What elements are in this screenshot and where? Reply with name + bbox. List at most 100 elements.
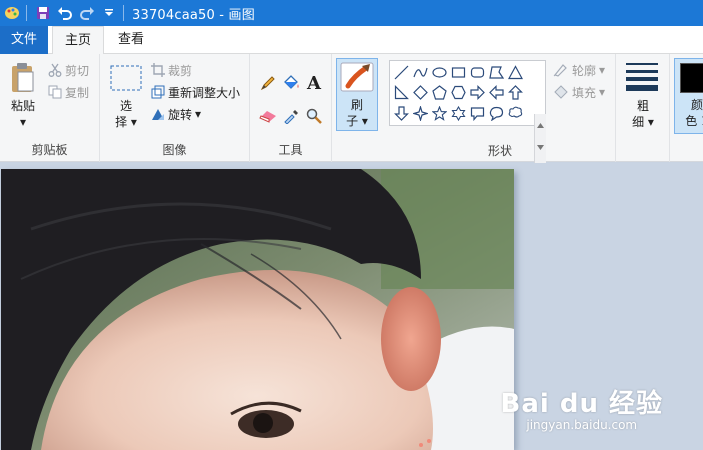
- save-icon[interactable]: [33, 3, 53, 23]
- scissors-icon: [48, 63, 62, 77]
- resize-button[interactable]: 重新调整大小: [151, 83, 240, 101]
- outline-label: 轮廓: [572, 63, 597, 78]
- select-dropdown-arrow-icon[interactable]: ▾: [131, 115, 137, 129]
- down-arrow-shape-icon[interactable]: [392, 104, 411, 123]
- paste-dropdown-arrow-icon[interactable]: ▾: [20, 115, 26, 129]
- left-arrow-shape-icon[interactable]: [487, 83, 506, 102]
- undo-icon[interactable]: [55, 3, 75, 23]
- size-group: 粗 细 ▾: [616, 54, 670, 162]
- tools-group-label: 工具: [278, 143, 303, 157]
- paint-app-icon[interactable]: [2, 3, 22, 23]
- ribbon: 粘贴 ▾ 剪切 复制 剪贴板 选 择 ▾ 裁剪 重新调整大小 旋转 ▾ 图像 A…: [0, 54, 703, 180]
- copy-icon: [48, 85, 62, 99]
- copy-label: 复制: [65, 85, 90, 100]
- fill-button[interactable]: 填充 ▾: [553, 83, 605, 101]
- photo-image: [1, 169, 514, 450]
- window-title: 33704caa50 - 画图: [132, 7, 255, 23]
- clipboard-group: 粘贴 ▾ 剪切 复制 剪贴板: [0, 54, 100, 162]
- paste-button[interactable]: 粘贴 ▾: [4, 98, 42, 130]
- tab-home[interactable]: 主页: [52, 26, 104, 55]
- clipboard-group-label: 剪贴板: [31, 143, 68, 157]
- shapes-scroll-up-icon[interactable]: [534, 114, 546, 136]
- rotate-button[interactable]: 旋转 ▾: [151, 105, 201, 123]
- tab-view[interactable]: 查看: [108, 26, 154, 54]
- pentagon-shape-icon[interactable]: [430, 83, 449, 102]
- titlebar-divider: [26, 5, 27, 21]
- size-dropdown-arrow-icon: ▾: [647, 115, 654, 129]
- baidu-watermark: Bai du 经验 jingyan.baidu.com: [501, 383, 664, 432]
- title-bar: 33704caa50 - 画图: [0, 0, 703, 26]
- six-point-star-shape-icon[interactable]: [449, 104, 468, 123]
- brushes-button[interactable]: 刷 子 ▾: [336, 58, 378, 131]
- size-button[interactable]: 粗 细 ▾: [623, 98, 663, 130]
- select-rectangle-icon[interactable]: [110, 65, 142, 91]
- rotate-icon: [152, 109, 164, 120]
- color1-button[interactable]: 颜 色 1: [674, 58, 703, 134]
- paste-label: 粘贴: [10, 99, 35, 113]
- rounded-rectangle-shape-icon[interactable]: [468, 63, 487, 82]
- size-label-bottom: 细: [632, 115, 645, 129]
- cloud-callout-shape-icon[interactable]: [506, 104, 525, 123]
- titlebar-divider: [123, 5, 124, 21]
- select-label-bottom: 择: [115, 115, 128, 129]
- crop-icon: [151, 63, 165, 77]
- five-point-star-shape-icon[interactable]: [430, 104, 449, 123]
- color1-label-top: 颜: [690, 98, 703, 112]
- rotate-label: 旋转: [168, 107, 193, 122]
- copy-button[interactable]: 复制: [48, 83, 89, 101]
- up-arrow-shape-icon[interactable]: [506, 83, 525, 102]
- resize-label: 重新调整大小: [168, 85, 241, 100]
- color1-group: 颜 色 1: [670, 54, 703, 162]
- eraser-icon[interactable]: [257, 105, 279, 127]
- color1-label-bottom: 色 1: [685, 114, 703, 128]
- watermark-url: jingyan.baidu.com: [526, 418, 638, 432]
- triangle-shape-icon[interactable]: [506, 63, 525, 82]
- four-point-star-shape-icon[interactable]: [411, 104, 430, 123]
- oval-shape-icon[interactable]: [430, 63, 449, 82]
- brushes-label-bottom: 子: [346, 114, 359, 128]
- watermark-logo-text: Bai du 经验: [500, 389, 663, 419]
- right-arrow-shape-icon[interactable]: [468, 83, 487, 102]
- select-button[interactable]: 选 择 ▾: [108, 98, 144, 130]
- hexagon-shape-icon[interactable]: [449, 83, 468, 102]
- rectangle-shape-icon[interactable]: [449, 63, 468, 82]
- magnifier-icon[interactable]: [303, 105, 325, 127]
- size-label-top: 粗: [636, 99, 649, 113]
- diamond-shape-icon[interactable]: [411, 83, 430, 102]
- tools-group: A 工具: [250, 54, 332, 162]
- color1-swatch: [680, 63, 703, 93]
- right-triangle-shape-icon[interactable]: [392, 83, 411, 102]
- fill-dropdown-arrow-icon: ▾: [599, 85, 606, 99]
- customize-quick-access-icon[interactable]: [99, 3, 119, 23]
- redo-icon[interactable]: [77, 3, 97, 23]
- rotate-dropdown-arrow-icon[interactable]: ▾: [195, 107, 201, 121]
- curve-shape-icon[interactable]: [411, 63, 430, 82]
- drawing-canvas[interactable]: [1, 169, 514, 450]
- fill-bucket-icon[interactable]: [280, 72, 302, 94]
- line-size-icon[interactable]: [625, 62, 659, 92]
- oval-callout-shape-icon[interactable]: [487, 104, 506, 123]
- pencil-icon[interactable]: [257, 72, 279, 94]
- image-group-label: 图像: [162, 143, 187, 157]
- line-shape-icon[interactable]: [392, 63, 411, 82]
- outline-icon: [553, 64, 567, 77]
- polygon-shape-icon[interactable]: [487, 63, 506, 82]
- crop-button[interactable]: 裁剪: [151, 61, 192, 79]
- ribbon-tabs: 文件 主页 查看: [0, 26, 703, 55]
- cut-button[interactable]: 剪切: [48, 61, 89, 79]
- outline-dropdown-arrow-icon: ▾: [599, 63, 606, 77]
- crop-label: 裁剪: [168, 63, 193, 78]
- brushes-group: 刷 子 ▾: [332, 54, 384, 162]
- text-tool[interactable]: A: [303, 72, 325, 94]
- cut-label: 剪切: [65, 63, 90, 78]
- canvas-workspace[interactable]: Bai du 经验 jingyan.baidu.com: [0, 163, 703, 450]
- brushes-label-top: 刷: [350, 98, 363, 112]
- resize-icon: [151, 85, 165, 99]
- tab-file[interactable]: 文件: [0, 26, 48, 54]
- paste-icon[interactable]: [10, 62, 36, 94]
- color-picker-icon[interactable]: [280, 105, 302, 127]
- outline-button[interactable]: 轮廓 ▾: [553, 61, 605, 79]
- rect-callout-shape-icon[interactable]: [468, 104, 487, 123]
- brush-icon: [340, 62, 374, 92]
- brushes-dropdown-arrow-icon: ▾: [361, 114, 368, 128]
